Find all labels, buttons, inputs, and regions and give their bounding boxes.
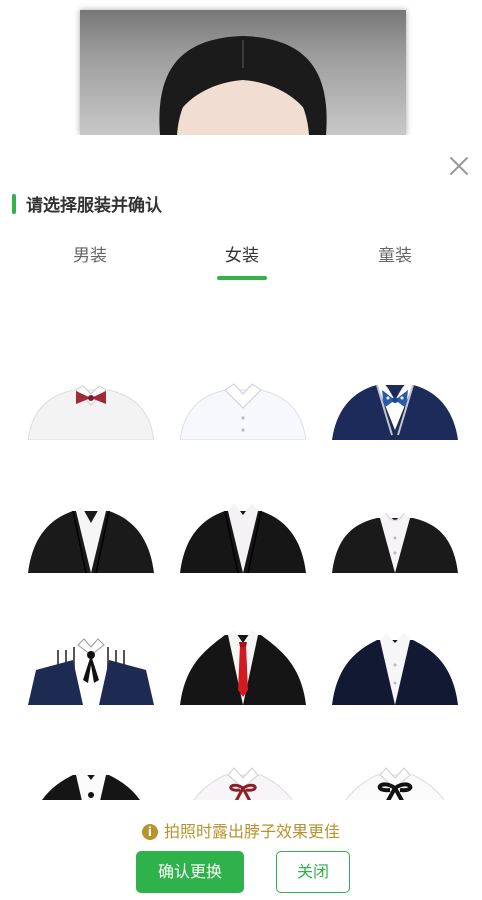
clothing-item[interactable] [180,360,306,440]
clothing-selection-sheet: 请选择服装并确认 男装 女装 童装 i 拍照时露出脖子效果更佳 确认更换 关闭 [0,135,482,900]
clothing-item[interactable] [28,760,154,800]
portrait-head-image [159,36,327,135]
clothing-item[interactable] [28,493,154,574]
title-accent-bar [12,193,16,214]
info-icon: i [141,824,158,840]
clothing-item[interactable] [180,493,306,574]
title-text: 请选择服装并确认 [26,196,162,216]
photo-preview-area [0,0,482,135]
clothing-item[interactable] [180,760,306,800]
clothing-item[interactable] [332,493,458,573]
tab-men[interactable]: 男装 [40,241,140,266]
clothing-item[interactable] [28,625,154,705]
active-tab-indicator [217,276,267,280]
close-button[interactable]: 关闭 [276,851,350,893]
portrait-photo [80,10,406,135]
clothing-grid [0,315,482,800]
hint-message: i 拍照时露出脖子效果更佳 [0,818,482,842]
clothing-item[interactable] [332,760,458,800]
tab-children[interactable]: 童装 [345,241,445,266]
section-title: 请选择服装并确认 [12,191,162,216]
confirm-change-button[interactable]: 确认更换 [136,851,244,893]
close-icon[interactable] [448,155,470,177]
clothing-item[interactable] [28,360,154,440]
hint-text: 拍照时露出脖子效果更佳 [163,822,340,841]
clothing-item[interactable] [180,625,306,705]
clothing-item[interactable] [332,625,458,705]
category-tabs: 男装 女装 童装 [0,231,482,281]
tab-women[interactable]: 女装 [192,241,292,266]
clothing-item[interactable] [332,360,458,440]
